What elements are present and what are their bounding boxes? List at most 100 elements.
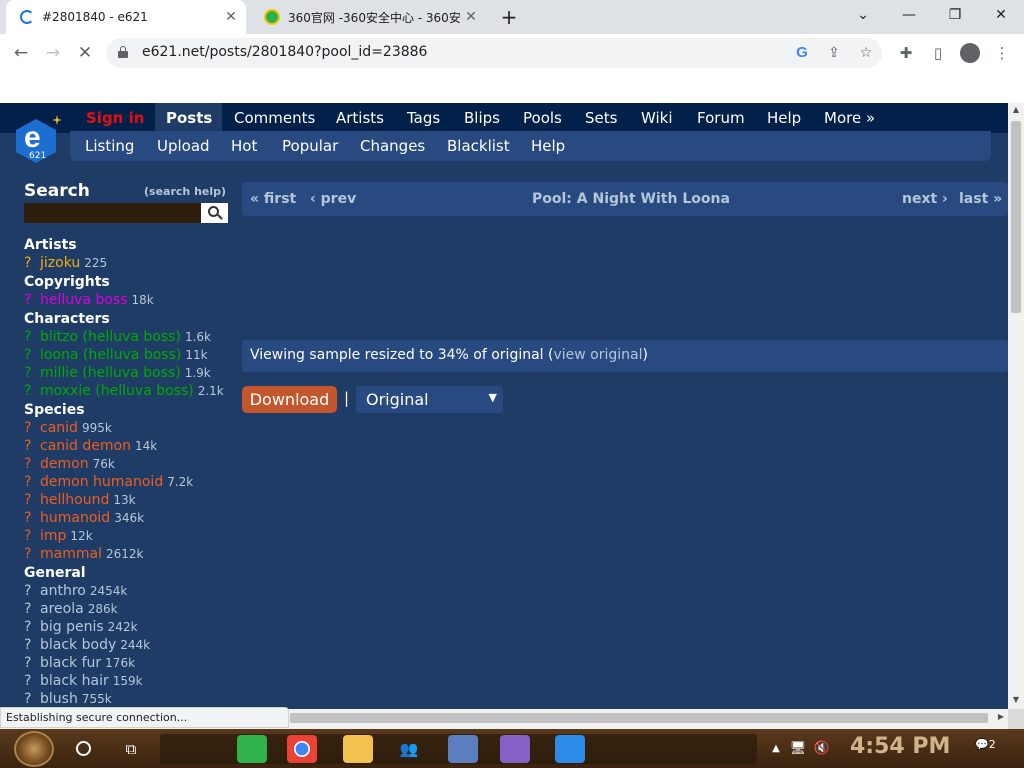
scroll-thumb[interactable] [290, 713, 988, 723]
tag-link[interactable]: demon humanoid [40, 474, 163, 490]
close-tab-icon[interactable]: ✕ [462, 9, 480, 25]
image-size-select[interactable]: Original ▼ [356, 386, 503, 413]
menu-kebab-icon[interactable]: ⋮ [989, 40, 1015, 66]
tag-row: ? demon 76k [24, 456, 115, 472]
sign-in-link[interactable]: Sign in [86, 109, 144, 127]
people-app-icon[interactable]: 👥 [395, 735, 423, 763]
tag-link[interactable]: black body [40, 637, 116, 653]
tag-link[interactable]: black hair [40, 673, 109, 689]
scrollbar-corner [1008, 709, 1024, 729]
top-navigation: Sign in Posts Comments Artists Tags Blip… [0, 103, 1008, 133]
cortana-icon[interactable] [69, 735, 97, 763]
clock[interactable]: 4:54 PM [850, 734, 950, 759]
subnav-blacklist[interactable]: Blacklist [447, 137, 510, 155]
pool-next-link[interactable]: next › [902, 191, 948, 207]
minimize-button[interactable]: — [886, 0, 932, 34]
tag-row: ? canid 995k [24, 420, 112, 436]
tag-link[interactable]: humanoid [40, 510, 110, 526]
e621-logo[interactable]: e 621 [14, 109, 68, 167]
tag-link[interactable]: demon [40, 456, 89, 472]
back-button[interactable]: ← [8, 40, 34, 66]
tag-link[interactable]: anthro [40, 583, 86, 599]
nav-pools[interactable]: Pools [523, 109, 562, 127]
vertical-scrollbar[interactable]: ▲ ▼ [1008, 103, 1024, 709]
subnav-popular[interactable]: Popular [282, 137, 338, 155]
close-tab-icon[interactable]: ✕ [222, 9, 240, 25]
subnav-upload[interactable]: Upload [157, 137, 210, 155]
subnav-listing[interactable]: Listing [85, 137, 134, 155]
visual-studio-icon[interactable] [500, 735, 530, 763]
volume-muted-icon[interactable]: 🔇 [808, 735, 836, 763]
chrome-app-icon[interactable] [287, 735, 317, 763]
loading-spinner-icon [20, 10, 34, 24]
nav-blips[interactable]: Blips [464, 109, 500, 127]
bookmark-star-icon[interactable]: ☆ [856, 43, 876, 63]
profile-avatar-icon[interactable] [957, 40, 983, 66]
tag-link[interactable]: millie (helluva boss) [40, 365, 181, 381]
tag-link[interactable]: loona (helluva boss) [40, 347, 181, 363]
new-tab-button[interactable]: + [498, 5, 520, 29]
lock-icon[interactable] [118, 46, 128, 58]
scroll-right-icon[interactable]: ▶ [998, 712, 1004, 721]
tab-360[interactable]: 360官网 -360安全中心 - 360安 ✕ [250, 0, 486, 34]
subnav-changes[interactable]: Changes [360, 137, 425, 155]
tag-link[interactable]: canid [40, 420, 78, 436]
tag-link[interactable]: hellhound [40, 492, 109, 508]
pool-prev-link[interactable]: ‹ prev [310, 191, 356, 207]
tag-link[interactable]: canid demon [40, 438, 131, 454]
google-lens-icon[interactable]: G [792, 43, 812, 63]
windows-store-icon[interactable] [555, 735, 585, 763]
tag-link[interactable]: black fur [40, 655, 101, 671]
tag-link[interactable]: jizoku [40, 255, 80, 271]
view-original-link[interactable]: view original [553, 347, 642, 363]
nav-wiki[interactable]: Wiki [641, 109, 673, 127]
nav-sets[interactable]: Sets [585, 109, 617, 127]
general-heading: General [24, 565, 86, 581]
url-text[interactable]: e621.net/posts/2801840?pool_id=23886 [142, 44, 427, 60]
search-button[interactable] [201, 203, 228, 223]
notification-center-icon[interactable]: 💬2 [975, 738, 997, 758]
nav-artists[interactable]: Artists [336, 109, 384, 127]
scroll-up-icon[interactable]: ▲ [1011, 105, 1021, 114]
search-input[interactable] [24, 203, 201, 223]
extensions-puzzle-icon[interactable]: ✚ [893, 40, 919, 66]
restore-button[interactable]: ❐ [932, 0, 978, 34]
subnav-help[interactable]: Help [531, 137, 565, 155]
share-icon[interactable]: ⇪ [824, 43, 844, 63]
pool-last-link[interactable]: last » [959, 191, 1002, 207]
notes-app-icon[interactable] [237, 735, 267, 763]
nav-help[interactable]: Help [767, 109, 801, 127]
nav-forum[interactable]: Forum [697, 109, 745, 127]
tag-link[interactable]: big penis [40, 619, 104, 635]
start-button[interactable] [14, 731, 54, 767]
tag-link[interactable]: areola [40, 601, 84, 617]
stop-loading-button[interactable]: ✕ [72, 40, 98, 66]
scroll-down-icon[interactable]: ▼ [1011, 695, 1021, 704]
subnav-hot[interactable]: Hot [231, 137, 257, 155]
tag-count: 18k [131, 293, 154, 307]
nav-comments[interactable]: Comments [234, 109, 315, 127]
tag-link[interactable]: blitzo (helluva boss) [40, 329, 181, 345]
address-bar[interactable]: e621.net/posts/2801840?pool_id=23886 G ⇪… [106, 38, 882, 68]
forward-button[interactable]: → [40, 40, 66, 66]
tab-e621[interactable]: #2801840 - e621 ✕ [6, 0, 246, 34]
tag-link[interactable]: blush [40, 691, 78, 707]
tag-link[interactable]: imp [40, 528, 66, 544]
scroll-thumb[interactable] [1011, 121, 1021, 313]
close-window-button[interactable]: ✕ [978, 0, 1024, 34]
pool-title-link[interactable]: Pool: A Night With Loona [532, 191, 730, 207]
nav-tags[interactable]: Tags [407, 109, 440, 127]
remote-desktop-icon[interactable] [448, 735, 478, 763]
nav-more[interactable]: More » [824, 109, 875, 127]
tag-link[interactable]: helluva boss [40, 292, 128, 308]
tag-link[interactable]: moxxie (helluva boss) [40, 383, 194, 399]
tag-link[interactable]: mammal [40, 546, 102, 562]
tab-search-icon[interactable]: ⌄ [840, 0, 886, 34]
file-explorer-icon[interactable] [343, 735, 373, 763]
nav-posts[interactable]: Posts [166, 109, 212, 127]
side-panel-icon[interactable]: ▯ [925, 40, 951, 66]
download-button[interactable]: Download [242, 386, 337, 413]
task-view-icon[interactable]: ⧉ [117, 735, 145, 763]
pool-first-link[interactable]: « first [250, 191, 296, 207]
search-help-link[interactable]: (search help) [144, 185, 226, 198]
